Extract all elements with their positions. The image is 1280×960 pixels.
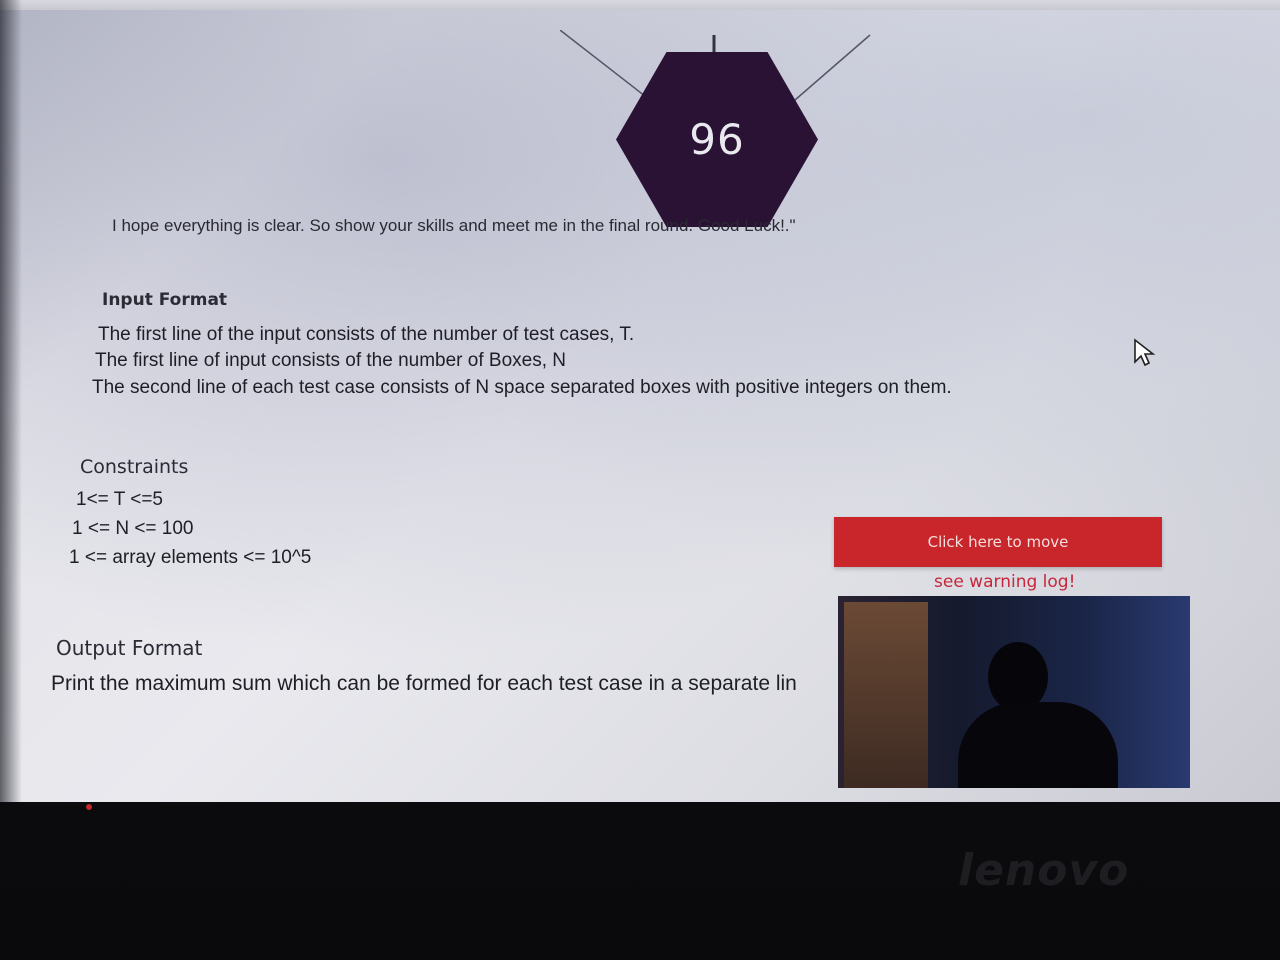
webcam-preview [838,596,1190,788]
constraints-heading: Constraints [80,456,189,478]
output-format-heading: Output Format [56,636,203,660]
constraint-line: 1<= T <=5 [76,489,163,510]
input-format-line: The first line of input consists of the … [95,350,567,371]
screen-left-shadow [0,0,22,802]
input-format-line: The first line of the input consists of … [98,324,635,345]
laptop-bezel: 96 I hope everything is clear. So show y… [0,0,1280,960]
window-top-edge [0,0,1280,10]
decor-line-left [560,30,651,101]
webcam-person-silhouette [958,642,1148,788]
webcam-background-door [844,602,928,788]
brand-logo: lenovo [958,845,1130,896]
mouse-pointer-icon [1134,338,1156,367]
screen: 96 I hope everything is clear. So show y… [0,0,1280,802]
intro-text: I hope everything is clear. So show your… [112,216,796,235]
warning-log-link[interactable]: see warning log! [934,572,1075,592]
input-format-heading: Input Format [102,290,228,310]
person-shoulders [958,702,1118,788]
output-format-line: Print the maximum sum which can be forme… [51,672,797,695]
decor-line-right [794,34,871,101]
move-webcam-button[interactable]: Click here to move [834,517,1162,567]
input-format-line: The second line of each test case consis… [92,377,952,398]
constraint-line: 1 <= array elements <= 10^5 [69,547,312,568]
power-indicator [86,804,92,810]
constraint-line: 1 <= N <= 100 [72,518,194,539]
timer-value: 96 [689,115,745,164]
timer-widget: 96 [560,30,880,227]
